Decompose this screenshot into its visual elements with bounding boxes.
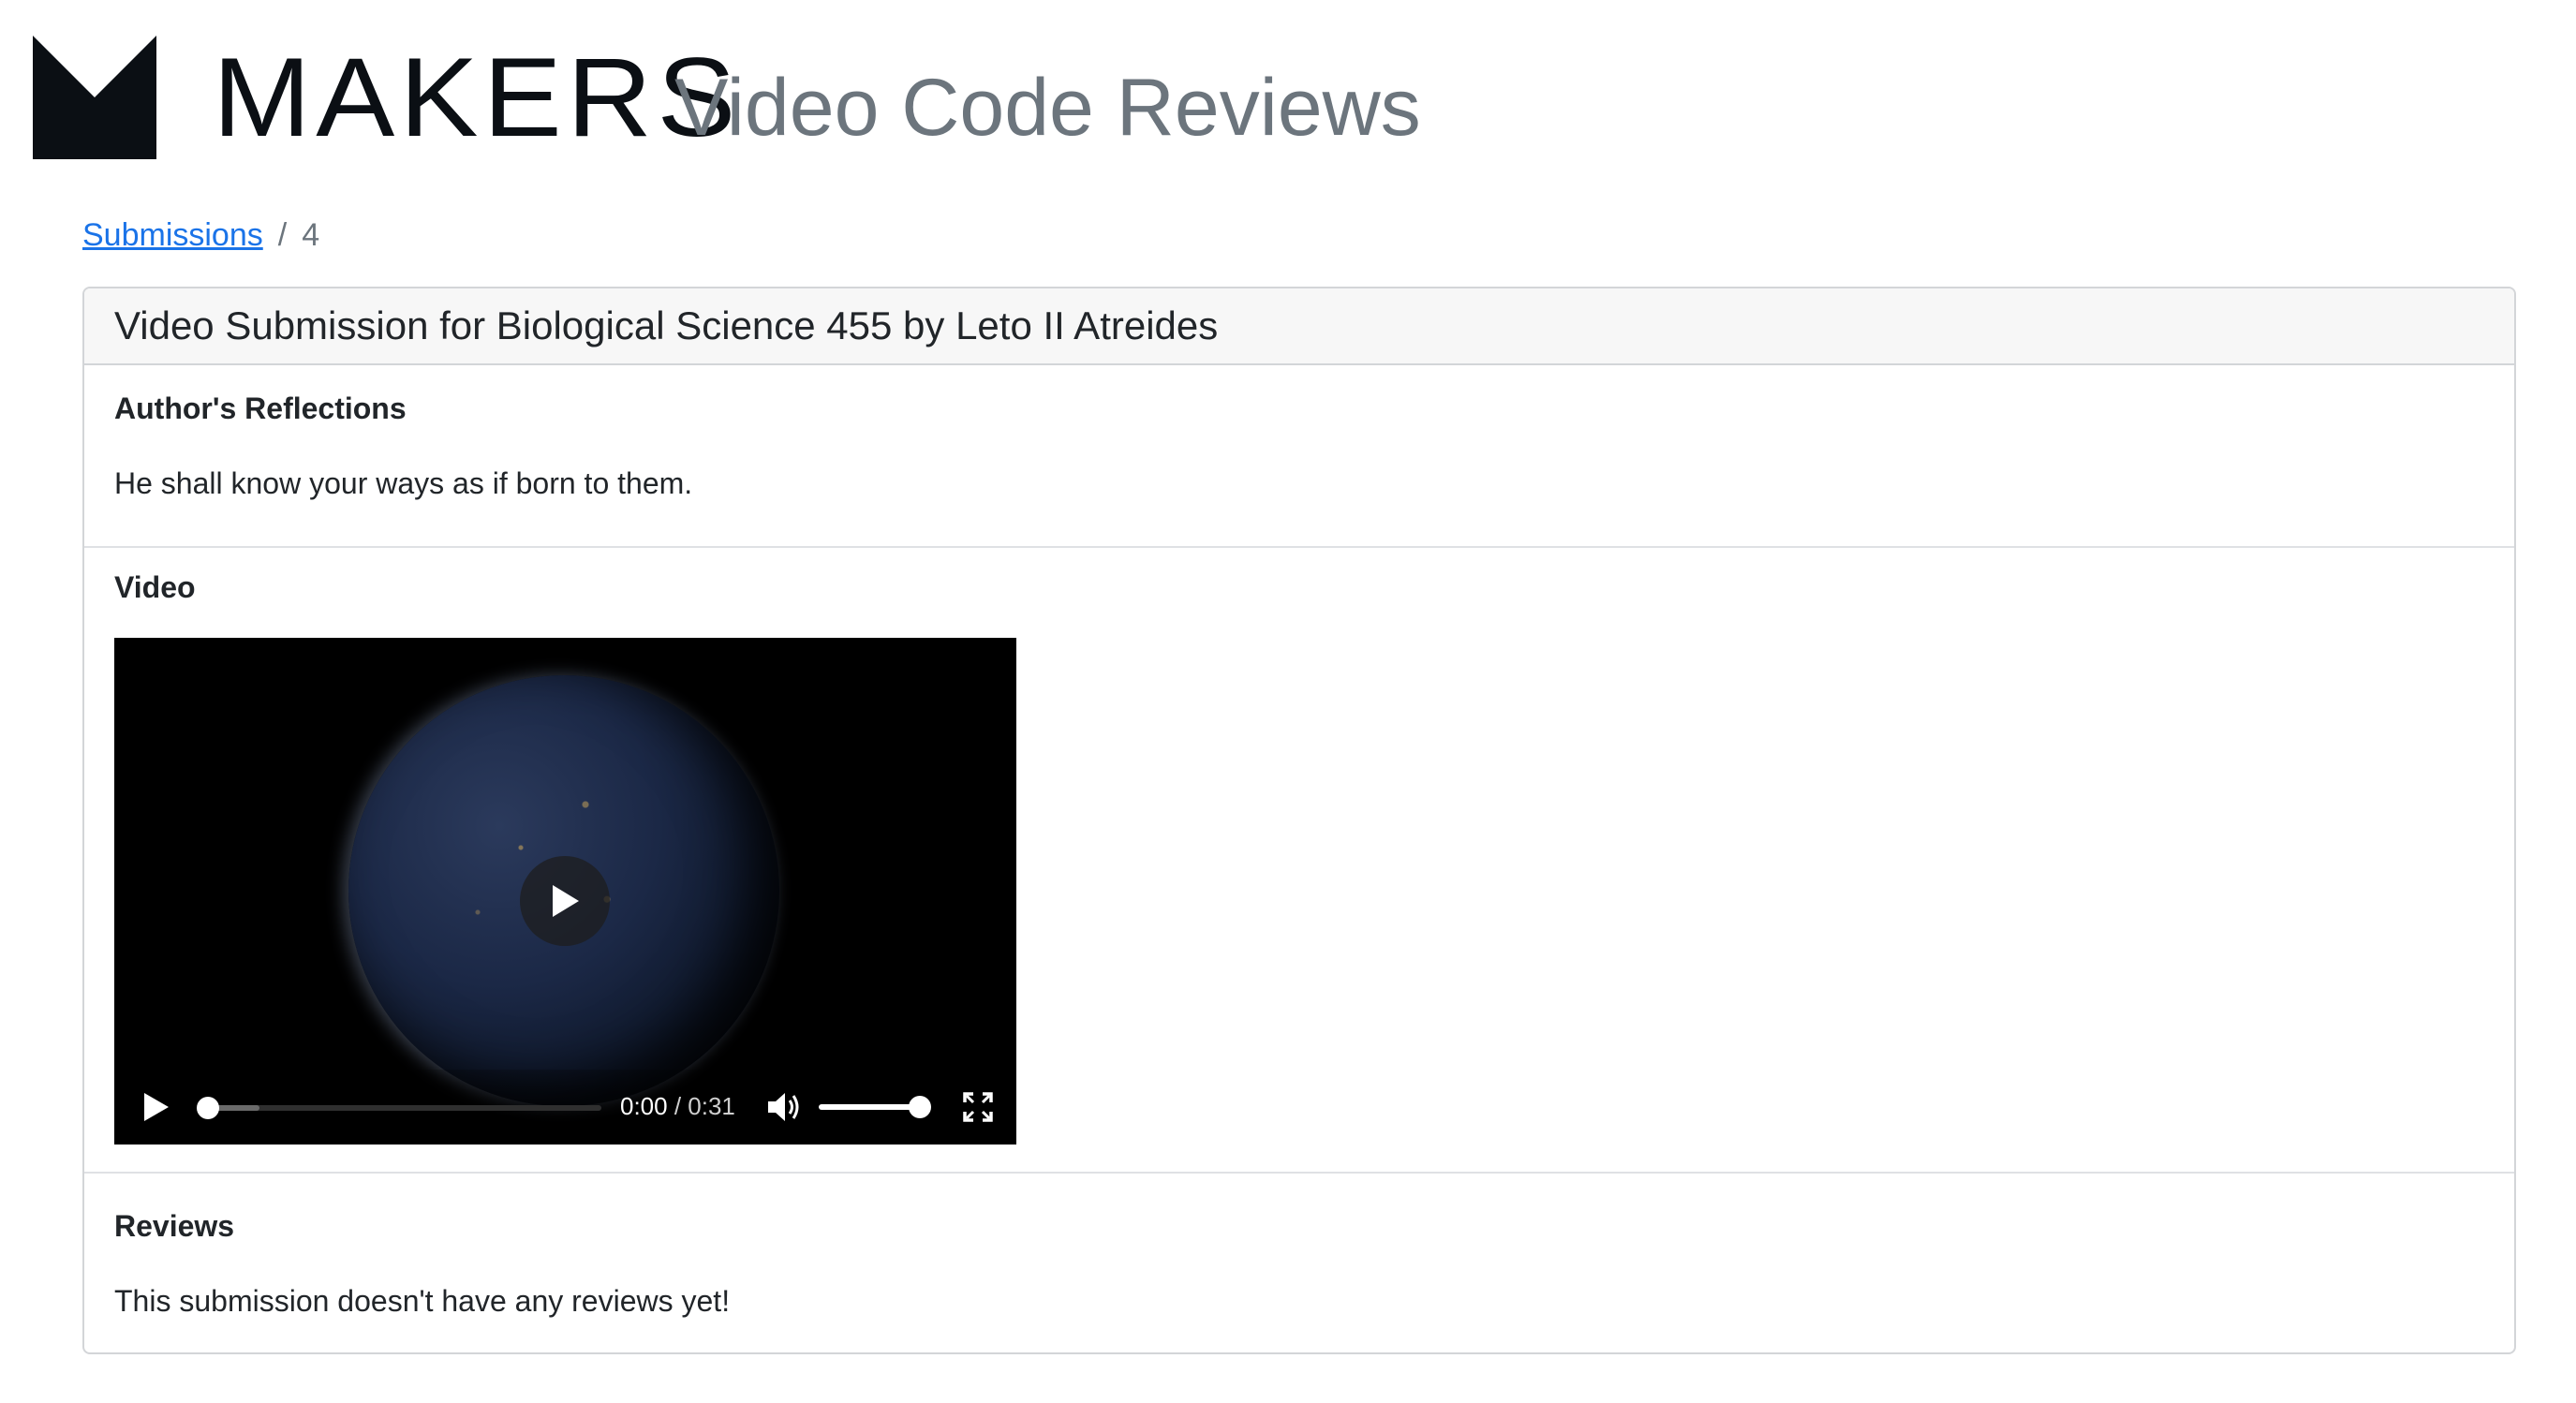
video-heading: Video (114, 570, 196, 604)
big-play-button[interactable] (520, 856, 610, 946)
breadcrumb-submissions-link[interactable]: Submissions (82, 217, 263, 254)
reviews-section: Reviews This submission doesn't have any… (84, 1174, 2514, 1352)
fullscreen-icon[interactable] (963, 1092, 993, 1122)
duration: 0:31 (688, 1092, 735, 1120)
volume-thumb[interactable] (909, 1096, 931, 1118)
time-separator: / (667, 1092, 688, 1120)
play-icon[interactable] (142, 1092, 170, 1122)
brand-wordmark: MAKERS (213, 35, 741, 160)
submission-title: Video Submission for Biological Science … (84, 288, 2514, 365)
submission-card: Video Submission for Biological Science … (82, 287, 2516, 1354)
video-section: Video 0:00 / 0:31 (84, 548, 2514, 1174)
current-time: 0:00 (620, 1092, 668, 1120)
breadcrumb: Submissions / 4 (82, 217, 319, 254)
app-title: Video Code Reviews (674, 63, 1421, 153)
time-display: 0:00 / 0:31 (620, 1092, 735, 1121)
reviews-empty-text: This submission doesn't have any reviews… (114, 1284, 731, 1318)
volume-slider[interactable] (819, 1096, 931, 1118)
progress-thumb[interactable] (197, 1097, 219, 1119)
reflections-text: He shall know your ways as if born to th… (114, 466, 693, 500)
big-play-icon (553, 885, 579, 917)
breadcrumb-separator: / (277, 217, 288, 253)
video-player[interactable]: 0:00 / 0:31 (114, 638, 1016, 1145)
breadcrumb-current: 4 (302, 217, 320, 253)
makers-logo-icon (33, 36, 156, 159)
reflections-heading: Author's Reflections (114, 391, 407, 425)
reflections-section: Author's Reflections He shall know your … (84, 365, 2514, 548)
site-header: MAKERS (33, 36, 735, 159)
progress-bar[interactable] (197, 1097, 601, 1119)
video-controls: 0:00 / 0:31 (114, 1070, 1016, 1145)
volume-icon[interactable] (766, 1090, 802, 1124)
reviews-heading: Reviews (114, 1209, 235, 1243)
